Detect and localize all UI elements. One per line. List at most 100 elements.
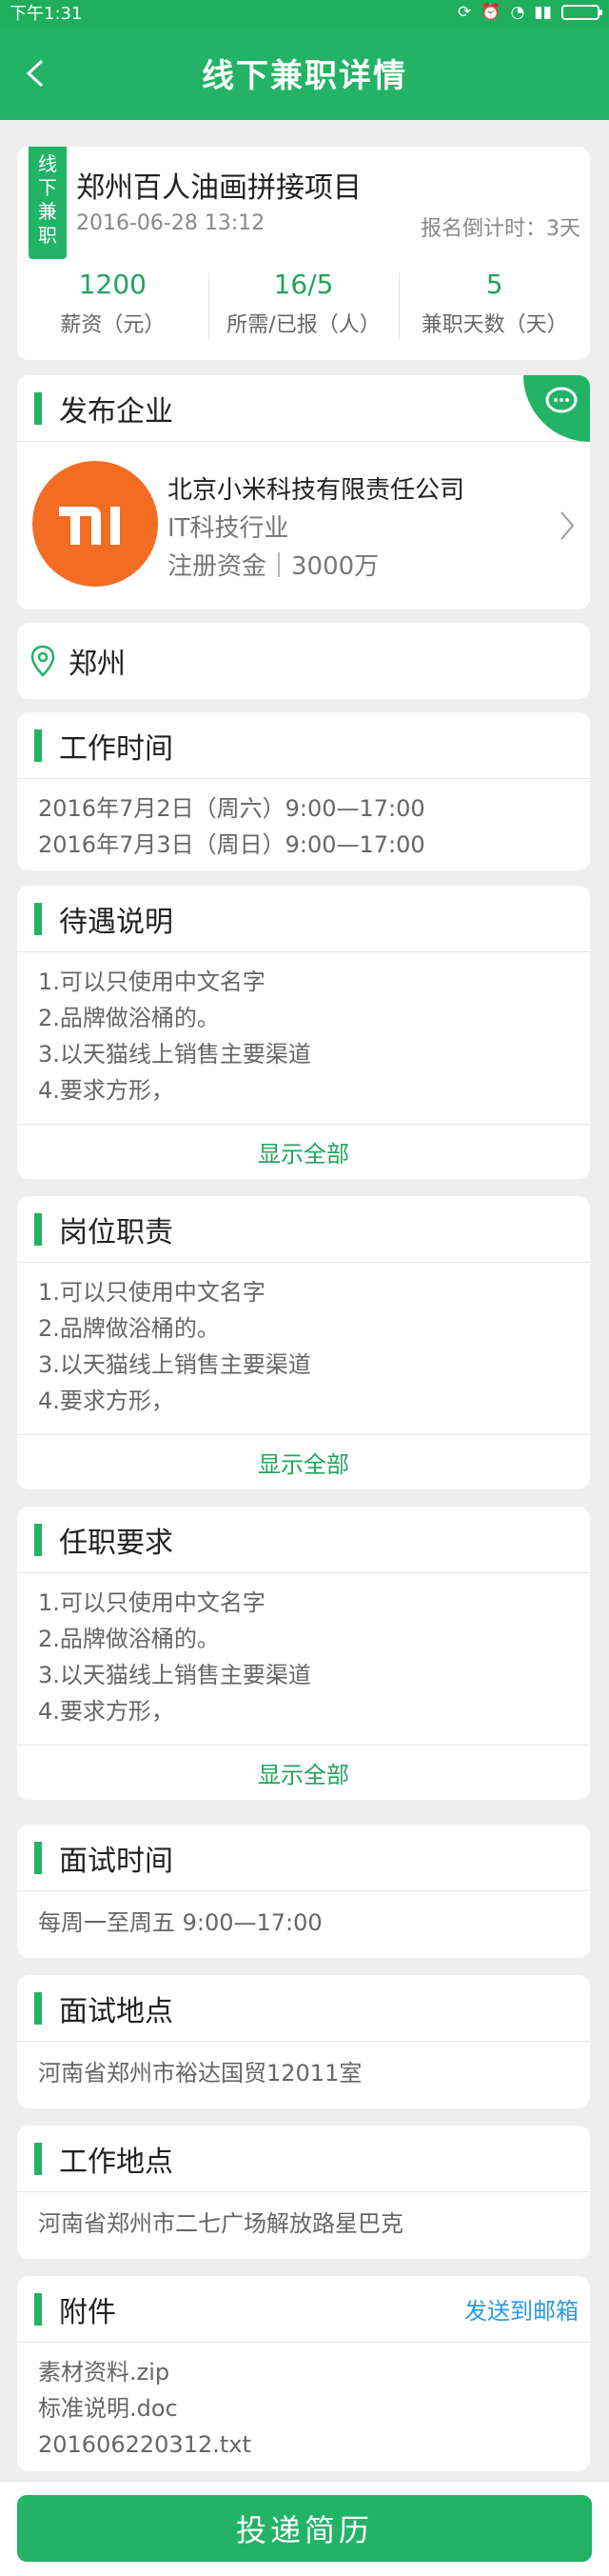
mi-logo-icon [59,507,120,545]
section-accent-bar [34,391,42,425]
attachment-item[interactable]: 201606220312.txt [38,2426,590,2463]
list-item: 3.以天猫线上销售主要渠道 [38,1662,311,1688]
section-accent-bar [34,2292,42,2326]
list-item: 1.可以只使用中文名字 [38,1589,265,1616]
list-item: 4.要求方形， [38,1698,174,1725]
stat-label: 兼职天数（天） [421,313,568,337]
section-header: 面试地点 [17,1975,590,2042]
sync-icon: ⟳ [458,3,472,22]
section-header: 面试时间 [17,1825,590,1891]
status-bar: 下午1:31 ⟳ ⏰ ◔ ▮▮ [0,0,609,25]
list-item: 2016年7月3日（周日）9:00—17:00 [38,831,425,858]
bottom-action-bar: 投递简历 [0,2481,609,2576]
stat-salary: 1200 薪资（元） [17,265,208,347]
section-header: 附件 发送到邮箱 [17,2276,590,2343]
section-title: 附件 [59,2295,116,2329]
list-item: 2.品牌做浴桶的。 [38,1315,220,1342]
job-date: 2016-06-28 13:12 [76,211,265,235]
requirements-list: 1.可以只使用中文名字 2.品牌做浴桶的。 3.以天猫线上销售主要渠道 4.要求… [17,1573,590,1729]
stat-days: 5 兼职天数（天） [399,265,590,347]
stat-value: 5 [485,269,503,300]
section-accent-bar [34,2142,42,2175]
company-card[interactable]: 发布企业 北京小米科技有限责任公司 IT科技行业 注册资金｜3000万 [17,375,590,609]
location-card: 郑州 [17,623,590,699]
signal-icon: ▮▮ [534,3,552,22]
list-item: 1.可以只使用中文名字 [38,968,265,995]
chevron-right-icon[interactable] [558,509,577,543]
section-header: 待遇说明 [17,886,590,952]
work-place-text: 河南省郑州市二七广场解放路星巴克 [38,2209,403,2237]
section-title: 工作地点 [59,2145,173,2179]
submit-resume-button[interactable]: 投递简历 [17,2495,592,2562]
company-logo [32,461,158,587]
duties-list: 1.可以只使用中文名字 2.品牌做浴桶的。 3.以天猫线上销售主要渠道 4.要求… [17,1263,590,1419]
job-stats: 1200 薪资（元） 16/5 所需/已报（人） 5 兼职天数（天） [17,265,590,347]
list-item: 4.要求方形， [38,1077,174,1104]
interview-time-card: 面试时间 每周一至周五 9:00—17:00 [17,1825,590,1958]
section-header: 工作时间 [17,712,590,779]
wifi-icon: ◔ [510,3,525,22]
attachment-list: 素材资料.zip 标准说明.doc 201606220312.txt [17,2343,590,2463]
list-item: 1.可以只使用中文名字 [38,1279,265,1306]
tag-char: 下 [38,176,57,199]
stat-people: 16/5 所需/已报（人） [207,265,400,347]
tag-char: 职 [38,224,57,247]
tag-char: 兼 [38,200,57,223]
status-time: 下午1:31 [10,4,83,24]
work-time-card: 工作时间 2016年7月2日（周六）9:00—17:00 2016年7月3日（周… [17,712,590,870]
section-title: 面试时间 [59,1844,173,1878]
location-pin-icon [30,645,55,677]
requirements-card: 任职要求 1.可以只使用中文名字 2.品牌做浴桶的。 3.以天猫线上销售主要渠道… [17,1507,590,1800]
chat-button[interactable] [523,375,590,442]
benefits-list: 1.可以只使用中文名字 2.品牌做浴桶的。 3.以天猫线上销售主要渠道 4.要求… [17,952,590,1108]
page-title: 线下兼职详情 [202,56,407,95]
section-header: 工作地点 [17,2126,590,2192]
section-title: 待遇说明 [59,905,173,939]
attachment-item[interactable]: 素材资料.zip [38,2354,590,2390]
section-title: 岗位职责 [59,1215,173,1249]
show-all-button[interactable]: 显示全部 [17,1745,590,1800]
section-accent-bar [34,1991,42,2025]
section-header: 发布企业 [17,375,590,442]
stat-value: 1200 [78,269,147,300]
section-accent-bar [34,1212,42,1246]
company-capital: 注册资金｜3000万 [167,552,380,581]
location-city: 郑州 [69,648,126,681]
section-header: 任职要求 [17,1507,590,1573]
list-item: 3.以天猫线上销售主要渠道 [38,1351,311,1378]
list-item: 2016年7月2日（周六）9:00—17:00 [38,795,425,822]
signup-countdown: 报名倒计时：3天 [421,217,580,241]
list-item: 2.品牌做浴桶的。 [38,1626,220,1652]
company-name: 北京小米科技有限责任公司 [167,476,465,505]
stat-label: 薪资（元） [60,313,166,337]
interview-place-card: 面试地点 河南省郑州市裕达国贸12011室 [17,1975,590,2108]
job-summary-card: 线 下 兼 职 郑州百人油画拼接项目 2016-06-28 13:12 报名倒计… [17,147,590,360]
alarm-icon: ⏰ [481,3,501,22]
chat-bubble-icon [545,387,578,413]
work-time-list: 2016年7月2日（周六）9:00—17:00 2016年7月3日（周日）9:0… [17,779,590,863]
duties-card: 岗位职责 1.可以只使用中文名字 2.品牌做浴桶的。 3.以天猫线上销售主要渠道… [17,1196,590,1489]
interview-time-text: 每周一至周五 9:00—17:00 [38,1908,323,1936]
section-accent-bar [34,902,42,935]
back-arrow-icon[interactable] [23,57,51,90]
stat-label: 所需/已报（人） [226,313,381,337]
show-all-button[interactable]: 显示全部 [17,1434,590,1489]
section-accent-bar [34,1841,42,1874]
attachment-item[interactable]: 标准说明.doc [38,2390,590,2426]
section-accent-bar [34,729,42,762]
section-accent-bar [34,1523,42,1556]
section-title: 发布企业 [59,394,173,429]
list-item: 4.要求方形， [38,1388,174,1414]
attachments-card: 附件 发送到邮箱 素材资料.zip 标准说明.doc 201606220312.… [17,2276,590,2471]
work-place-card: 工作地点 河南省郑州市二七广场解放路星巴克 [17,2126,590,2259]
status-icons: ⟳ ⏰ ◔ ▮▮ [458,3,602,22]
section-title: 任职要求 [59,1526,173,1560]
job-title: 郑州百人油画拼接项目 [76,171,362,205]
send-to-email-link[interactable]: 发送到邮箱 [464,2292,579,2326]
list-item: 3.以天猫线上销售主要渠道 [38,1041,311,1068]
benefits-card: 待遇说明 1.可以只使用中文名字 2.品牌做浴桶的。 3.以天猫线上销售主要渠道… [17,886,590,1179]
show-all-button[interactable]: 显示全部 [17,1124,590,1179]
nav-bar: 线下兼职详情 [0,25,609,120]
offline-tag: 线 下 兼 职 [29,147,67,259]
location-row: 郑州 [17,623,590,699]
